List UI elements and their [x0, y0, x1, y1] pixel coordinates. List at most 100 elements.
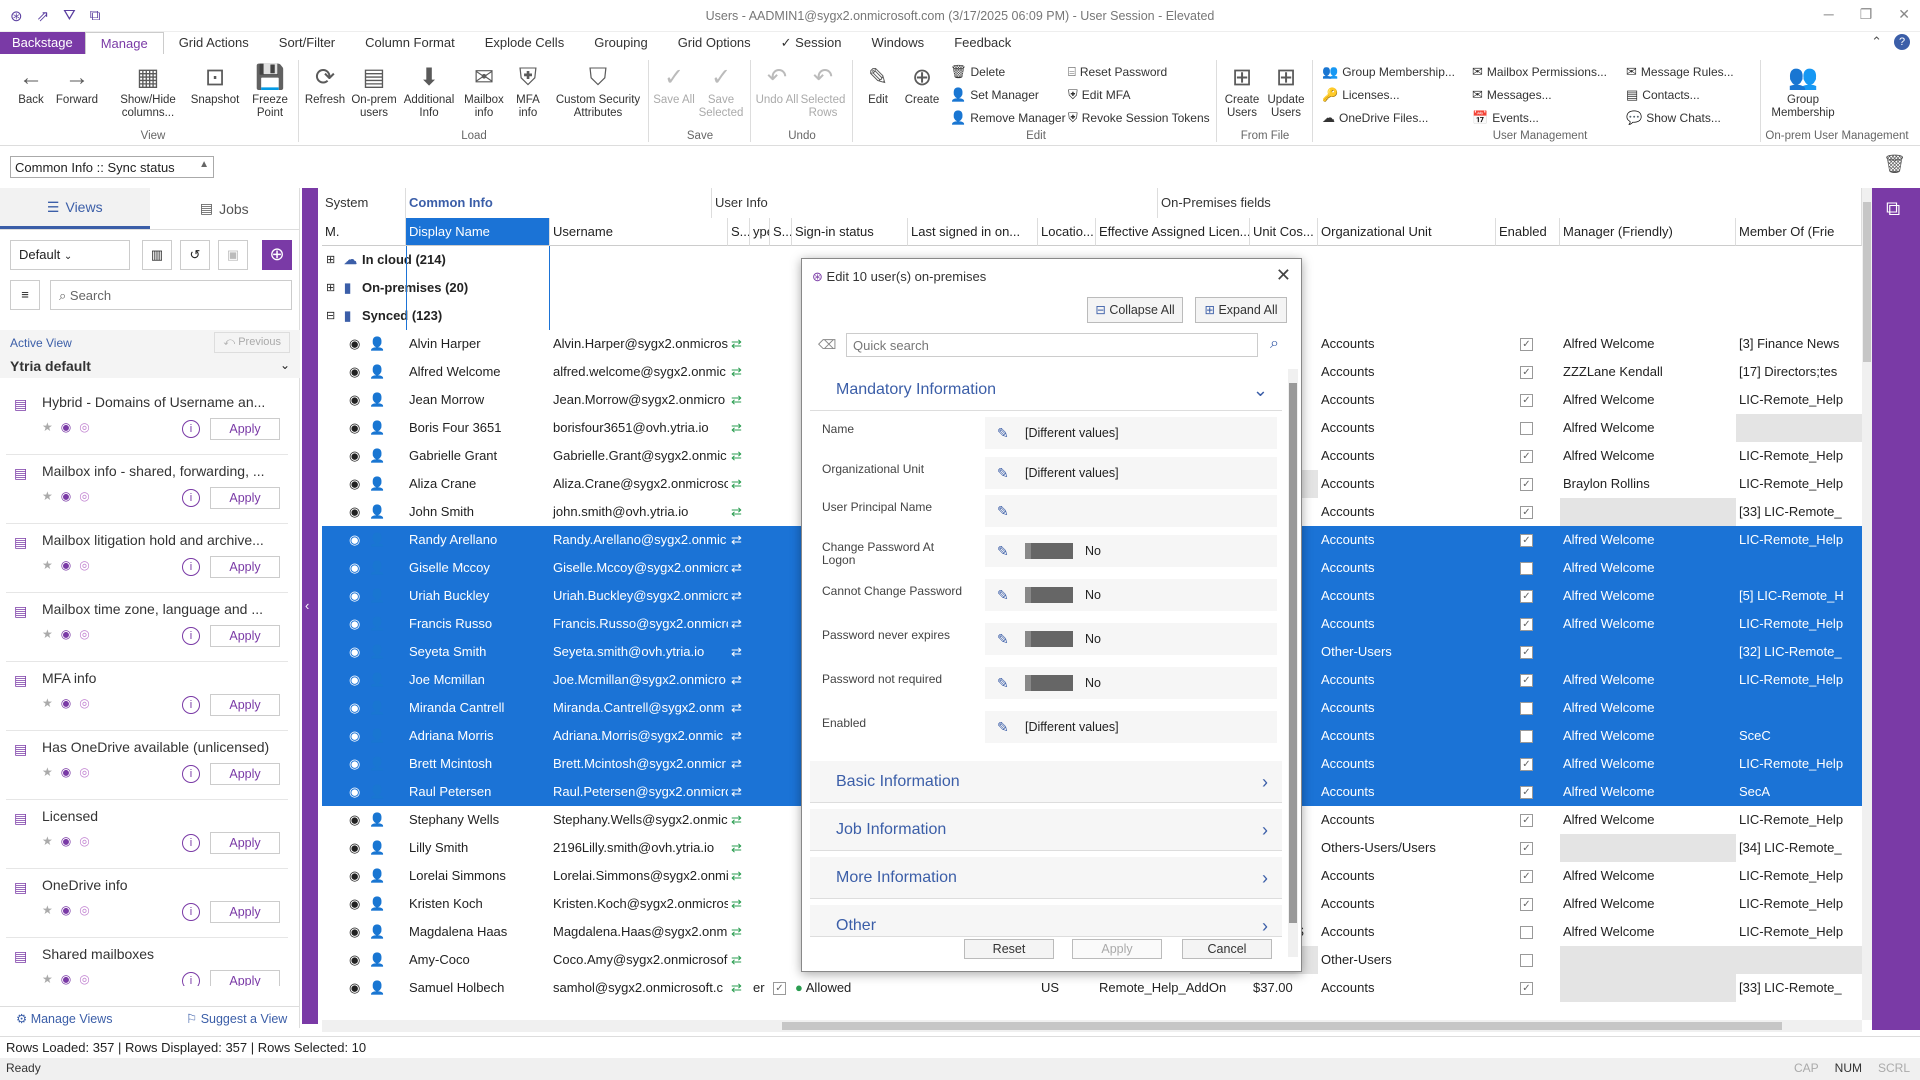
apply-view-button[interactable]: Apply [210, 694, 280, 716]
field-value[interactable]: ✎ No [985, 579, 1277, 611]
field-value[interactable]: ✎ No [985, 623, 1277, 655]
checkbox[interactable] [1520, 926, 1533, 940]
mfa-info-button[interactable]: ⛨ MFA info [508, 60, 548, 120]
star-icon[interactable]: ★ [42, 558, 53, 572]
cancel-button[interactable]: Cancel [1182, 939, 1272, 959]
create-button[interactable]: ⊕ Create [900, 60, 944, 107]
checkbox[interactable]: ✓ [1520, 618, 1533, 632]
tab-grid-options[interactable]: Grid Options [663, 32, 766, 54]
apply-view-button[interactable]: Apply [210, 556, 280, 578]
field-value[interactable]: ✎ No [985, 535, 1277, 567]
column-header[interactable]: Organizational Unit [1318, 218, 1496, 246]
minimize-icon[interactable]: ─ [1824, 6, 1834, 23]
checkbox[interactable]: ✓ [1520, 814, 1533, 828]
add-view-icon[interactable]: ⊕ [262, 240, 292, 270]
checkbox[interactable] [1520, 562, 1533, 576]
star-icon[interactable]: ★ [42, 627, 53, 641]
forward-button[interactable]: → Forward [52, 60, 102, 107]
expand-icon[interactable]: ⊞ [326, 246, 335, 274]
checkbox[interactable]: ✓ [1520, 506, 1533, 520]
column-header[interactable]: Unit Cos... [1250, 218, 1318, 246]
expand-icon[interactable]: ⊟ [326, 302, 335, 330]
star-icon[interactable]: ★ [42, 420, 53, 434]
tab-session[interactable]: ✓ Session [766, 32, 857, 54]
pencil-icon[interactable]: ✎ [997, 535, 1009, 567]
tab-column-format[interactable]: Column Format [350, 32, 470, 54]
star-icon[interactable]: ★ [42, 765, 53, 779]
group-membership-button[interactable]: 👥 Group Membership... [1322, 64, 1455, 80]
view-item[interactable]: ▤ OneDrive info ★ ◉ ◎ i Apply [6, 869, 288, 938]
undo-all-button[interactable]: ↶ Undo All [754, 60, 800, 107]
snapshot-button[interactable]: ⊡ Snapshot [186, 60, 244, 107]
checkbox[interactable]: ✓ [1520, 534, 1533, 548]
view-item[interactable]: ▤ Mailbox litigation hold and archive... ★… [6, 524, 288, 593]
freeze-point-button[interactable]: 💾 Freeze Point [246, 60, 294, 120]
info-icon[interactable]: i [182, 903, 200, 921]
tab-grid-actions[interactable]: Grid Actions [164, 32, 264, 54]
edit-mfa-button[interactable]: ⛨ Edit MFA [1068, 87, 1130, 103]
column-header[interactable]: Member Of (Frie [1736, 218, 1862, 246]
undo-selected-button[interactable]: ↶ Selected Rows [798, 60, 848, 120]
licenses-button[interactable]: 🔑 Licenses... [1322, 87, 1400, 103]
mandatory-info-section[interactable]: Mandatory Information ⌄ [810, 369, 1282, 411]
view-item[interactable]: ▤ Shared mailboxes ★ ◉ ◎ i Apply [6, 938, 288, 986]
checkbox[interactable] [1520, 730, 1533, 744]
section-3[interactable]: Other › [810, 905, 1282, 937]
info-icon[interactable]: i [182, 972, 200, 986]
update-users-button[interactable]: ⊞ Update Users [1264, 60, 1308, 120]
group-header-2[interactable]: User Info [712, 188, 1158, 218]
view-item[interactable]: ▤ Mailbox info - shared, forwarding, ... ★… [6, 455, 288, 524]
checkbox[interactable]: ✓ [1520, 450, 1533, 464]
expand-all-button[interactable]: ⊞ Expand All [1195, 297, 1287, 323]
onedrive-files-button[interactable]: ☁ OneDrive Files... [1322, 110, 1428, 126]
show-hide-columns-button[interactable]: ▦ Show/Hide columns... [112, 60, 184, 120]
section-1[interactable]: Job Information › [810, 809, 1282, 851]
help-icon[interactable]: ? [1894, 34, 1910, 50]
pencil-icon[interactable]: ✎ [997, 623, 1009, 655]
pencil-icon[interactable]: ✎ [997, 417, 1009, 449]
section-0[interactable]: Basic Information › [810, 761, 1282, 803]
info-icon[interactable]: i [182, 558, 200, 576]
view-item[interactable]: ▤ MFA info ★ ◉ ◎ i Apply [6, 662, 288, 731]
view-item[interactable]: ▤ Hybrid - Domains of Username an... ★ ◉ ◎ i A… [6, 386, 288, 455]
apply-button[interactable]: Apply [1072, 939, 1162, 959]
info-icon[interactable]: i [182, 765, 200, 783]
info-icon[interactable]: i [182, 627, 200, 645]
pencil-icon[interactable]: ✎ [997, 457, 1009, 489]
info-icon[interactable]: i [182, 489, 200, 507]
messages-button[interactable]: ✉ Messages... [1472, 87, 1552, 103]
field-value[interactable]: ✎ No [985, 667, 1277, 699]
search-icon[interactable]: ⌕ [1270, 335, 1279, 353]
info-icon[interactable]: i [182, 696, 200, 714]
collapse-all-button[interactable]: ⊟ Collapse All [1087, 297, 1183, 323]
apply-view-button[interactable]: Apply [210, 418, 280, 440]
filter-icon[interactable]: ≡ [10, 280, 40, 310]
restore-icon[interactable]: ❐ [1860, 6, 1873, 23]
create-users-button[interactable]: ⊞ Create Users [1220, 60, 1264, 120]
back-button[interactable]: ← Back [8, 60, 54, 107]
quick-search-input[interactable]: Quick search [846, 333, 1258, 357]
manage-views-link[interactable]: ⚙ Manage Views [16, 1011, 112, 1026]
checkbox[interactable]: ✓ [1520, 394, 1533, 408]
tab-manage[interactable]: Manage [84, 32, 164, 54]
set-manager-button[interactable]: 👤 Set Manager [950, 87, 1039, 103]
view-item[interactable]: ▤ Licensed ★ ◉ ◎ i Apply [6, 800, 288, 869]
suggest-view-link[interactable]: ⚐ Suggest a View [186, 1011, 287, 1026]
custom-security-button[interactable]: ⛉ Custom Security Attributes [550, 60, 646, 120]
checkbox[interactable]: ✓ [1520, 898, 1533, 912]
pencil-icon[interactable]: ✎ [997, 711, 1009, 743]
view-item[interactable]: ▤ Mailbox time zone, language and ... ★ ◉ ◎ i… [6, 593, 288, 662]
checkbox[interactable]: ✓ [1520, 478, 1533, 492]
reset-button[interactable]: Reset [964, 939, 1054, 959]
tab-backstage[interactable]: Backstage [0, 32, 85, 54]
events-button[interactable]: 📅 Events... [1472, 110, 1539, 126]
dialog-scrollbar[interactable] [1288, 369, 1298, 957]
chevron-down-icon[interactable]: ⌄ [280, 358, 290, 372]
pencil-icon[interactable]: ✎ [997, 667, 1009, 699]
refresh-button[interactable]: ⟳ Refresh [300, 60, 350, 107]
edit-button[interactable]: ✎ Edit [856, 60, 900, 107]
table-row[interactable]: ◉ 👤 Samuel Holbech samhol@sygx2.onmicrosoft… [322, 974, 1862, 1002]
star-icon[interactable]: ★ [42, 834, 53, 848]
show-chats-button[interactable]: 💬 Show Chats... [1626, 110, 1721, 126]
column-header[interactable]: S... [770, 218, 792, 246]
